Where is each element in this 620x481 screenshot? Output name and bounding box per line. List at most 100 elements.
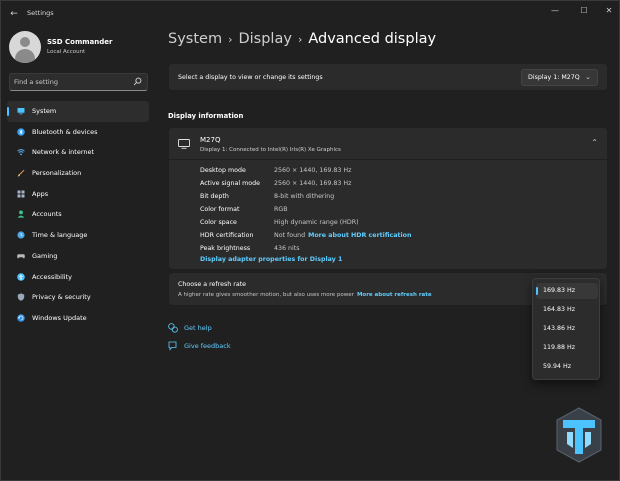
display-adapter-properties-link[interactable]: Display adapter properties for Display 1 [200,256,342,263]
refresh-rate-subtitle: A higher rate gives smoother motion, but… [178,292,354,298]
sidebar-item-label: Accessibility [32,272,72,281]
accessibility-icon [17,272,25,281]
title-bar: ← Settings — ☐ ✕ [1,1,619,27]
sidebar-item-system[interactable]: System [7,101,149,122]
system-icon [17,108,25,115]
refresh-rate-link[interactable]: More about refresh rate [357,292,432,298]
sidebar-item-bluetooth[interactable]: Bluetooth & devices [7,122,149,143]
refresh-rate-dropdown: 169.83 Hz 164.83 Hz 143.86 Hz 119.88 Hz … [532,278,600,380]
active-indicator [7,107,9,116]
breadcrumb-separator: › [297,33,303,46]
brush-icon [17,169,25,177]
page-title: Advanced display [308,31,437,47]
info-value: 8-bit with dithering [274,193,335,200]
refresh-option-label: 119.88 Hz [543,344,576,351]
avatar-body [15,49,35,63]
refresh-option-label: 59.94 Hz [543,363,572,370]
section-title-display-information: Display information [168,112,244,120]
sidebar-item-label: Time & language [32,231,88,240]
person-icon [17,210,25,219]
feedback-icon [168,341,177,351]
chevron-up-icon[interactable]: ⌃ [591,138,598,147]
refresh-option[interactable]: 59.94 Hz [536,359,598,375]
info-key: HDR certification [200,232,254,239]
get-help-label: Get help [184,324,212,332]
sidebar-item-label: Personalization [32,169,82,178]
info-key: Desktop mode [200,167,246,174]
refresh-option[interactable]: 143.86 Hz [536,321,598,337]
sidebar-item-network[interactable]: Network & internet [7,142,149,163]
search-input[interactable] [10,74,130,90]
sidebar-item-personalization[interactable]: Personalization [7,163,149,184]
display-selector-prompt: Select a display to view or change its s… [178,74,323,81]
sidebar-item-label: Network & internet [32,148,95,157]
sidebar-item-label: Gaming [32,251,58,260]
sidebar-item-gaming[interactable]: Gaming [7,246,149,267]
wifi-icon [17,149,25,156]
info-value: Not found More about HDR certification [274,232,411,239]
maximize-button[interactable]: ☐ [575,5,593,17]
display-information-card: M27Q Display 1: Connected to Intel(R) Ir… [168,127,608,270]
sidebar-item-apps[interactable]: Apps [7,184,149,205]
info-value: High dynamic range (HDR) [274,219,359,226]
gamepad-icon [17,254,25,259]
back-button[interactable]: ← [8,8,20,20]
sidebar-item-label: Apps [32,189,49,198]
search-icon[interactable] [133,77,142,86]
info-value: 436 nits [274,245,300,252]
hdr-status: Not found [274,232,306,239]
sidebar-item-accessibility[interactable]: Accessibility [7,267,149,288]
refresh-option-label: 143.86 Hz [543,325,576,332]
avatar[interactable] [9,31,41,63]
apps-icon [17,190,25,198]
help-chat-icon [168,323,178,333]
refresh-option[interactable]: 119.88 Hz [536,340,598,356]
get-help-link[interactable]: Get help [168,323,212,333]
sidebar-item-label: System [32,107,57,115]
refresh-rate-description: A higher rate gives smoother motion, but… [178,292,432,298]
breadcrumb: System › Display › Advanced display [168,31,436,47]
settings-window: ← Settings — ☐ ✕ SSD Commander Local Acc… [0,0,620,481]
sidebar-item-label: Bluetooth & devices [32,127,98,136]
monitor-name: M27Q [200,136,221,144]
display-dropdown[interactable]: Display 1: M27Q ⌄ [521,69,598,86]
hdr-certification-link[interactable]: More about HDR certification [308,232,411,239]
chevron-down-icon: ⌄ [585,73,591,81]
refresh-option[interactable]: 164.83 Hz [536,302,598,318]
breadcrumb-display[interactable]: Display [238,31,291,47]
sidebar-item-label: Privacy & security [32,293,91,302]
minimize-button[interactable]: — [546,5,564,17]
sidebar-nav: System Bluetooth & devices Network & int… [7,101,149,329]
sidebar-item-accounts[interactable]: Accounts [7,204,149,225]
info-key: Color format [200,206,240,213]
info-value: RGB [274,206,288,213]
globe-clock-icon [17,231,25,239]
sidebar-item-windows-update[interactable]: Windows Update [7,308,149,329]
monitor-connection: Display 1: Connected to Intel(R) Iris(R)… [200,147,341,153]
refresh-option-label: 169.83 Hz [543,287,576,294]
give-feedback-link[interactable]: Give feedback [168,341,231,351]
selected-indicator [536,287,538,295]
refresh-option-label: 164.83 Hz [543,306,576,313]
info-key: Bit depth [200,193,229,200]
give-feedback-label: Give feedback [184,342,231,350]
account-type: Local Account [47,49,86,55]
refresh-option-selected[interactable]: 169.83 Hz [536,283,598,299]
avatar-head [20,37,30,47]
update-icon [17,314,25,322]
search-box[interactable] [9,73,148,91]
breadcrumb-system[interactable]: System [168,31,222,47]
breadcrumb-separator: › [228,33,233,46]
sidebar-item-label: Windows Update [32,313,87,322]
sidebar-item-privacy-security[interactable]: Privacy & security [7,287,149,308]
sidebar-item-time-language[interactable]: Time & language [7,225,149,246]
app-title: Settings [27,9,54,17]
sidebar-item-label: Accounts [32,210,62,219]
info-value: 2560 × 1440, 169.83 Hz [274,167,352,174]
display-information-header[interactable]: M27Q Display 1: Connected to Intel(R) Ir… [169,128,607,160]
display-selector-card: Select a display to view or change its s… [168,63,608,91]
close-button[interactable]: ✕ [600,5,618,17]
bluetooth-icon [17,127,25,136]
info-key: Color space [200,219,237,226]
refresh-rate-title: Choose a refresh rate [178,281,247,288]
